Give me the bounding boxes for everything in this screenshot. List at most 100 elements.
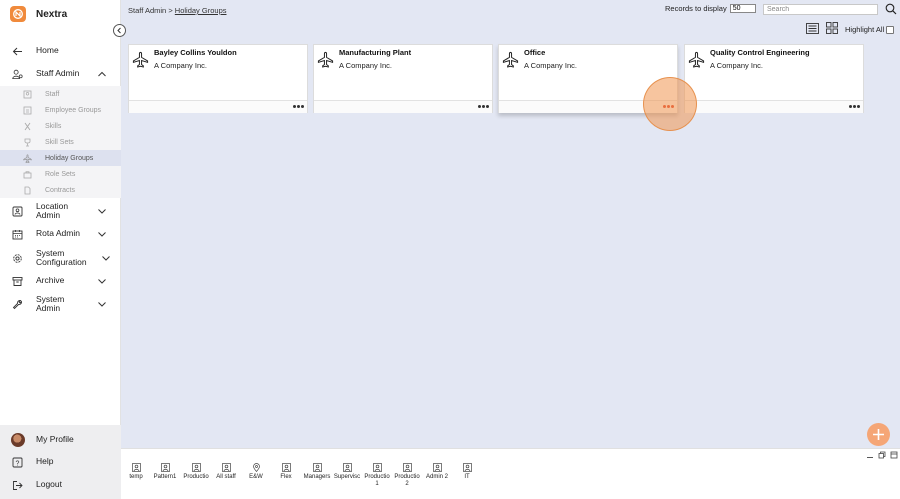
archive-box-icon — [12, 276, 23, 287]
sidebar-item-label: Archive — [36, 275, 65, 286]
group-chip-temp[interactable]: temp — [121, 463, 151, 481]
person-icon — [342, 463, 352, 472]
search-input[interactable] — [763, 4, 878, 15]
plane-icon — [502, 51, 519, 68]
sidebar-item-home[interactable]: Home — [0, 45, 121, 57]
staff-admin-submenu: Staff Employee Groups Skills Skill Sets … — [0, 86, 121, 198]
records-to-display: Records to display — [665, 4, 756, 13]
group-chip-supervisc[interactable]: Supervisc — [332, 463, 362, 481]
holiday-group-card[interactable]: Bayley Collins Youldon A Company Inc. — [128, 44, 308, 113]
logout-label: Logout — [36, 479, 62, 490]
briefcase-icon — [23, 170, 32, 179]
grid-view-icon[interactable] — [826, 22, 838, 34]
add-button[interactable] — [867, 423, 890, 446]
location-pin-icon — [252, 463, 260, 472]
group-chip-productio-1[interactable]: Productio 1 — [362, 463, 392, 488]
my-profile-label: My Profile — [36, 434, 74, 445]
chevron-down-icon[interactable] — [97, 299, 107, 309]
plane-icon — [132, 51, 149, 68]
more-options-icon[interactable] — [663, 104, 674, 109]
chevron-down-icon[interactable] — [97, 276, 107, 286]
submenu-item-label: Skill Sets — [45, 138, 74, 146]
group-chip-label: All staff — [216, 474, 236, 480]
records-input[interactable] — [729, 4, 756, 13]
submenu-item-label: Role Sets — [45, 170, 76, 178]
person-icon — [160, 463, 170, 472]
sidebar-item-archive[interactable]: Archive — [0, 275, 121, 287]
chevron-up-icon[interactable] — [97, 69, 107, 79]
group-chip-productio-2[interactable]: Productio 2 — [392, 463, 422, 488]
holiday-group-card[interactable]: Quality Control Engineering A Company In… — [684, 44, 864, 113]
breadcrumb-current[interactable]: Holiday Groups — [175, 6, 227, 15]
group-chip-label: Supervisc — [333, 474, 361, 480]
sidebar-item-system-configuration[interactable]: System Configuration — [0, 248, 121, 268]
holiday-group-card[interactable]: Manufacturing Plant A Company Inc. — [313, 44, 493, 113]
group-chip-label: Admin 2 — [425, 474, 448, 480]
breadcrumb-separator: > — [168, 6, 173, 15]
more-options-icon[interactable] — [849, 104, 860, 109]
staff-admin-icon — [12, 69, 23, 80]
submenu-item-skills[interactable]: Skills — [0, 118, 121, 134]
search-icon[interactable] — [885, 3, 897, 15]
highlight-all: Highlight All — [845, 25, 895, 34]
avatar — [11, 433, 25, 447]
logout-icon — [12, 480, 23, 491]
chevron-down-icon[interactable] — [97, 206, 107, 216]
submenu-item-role-sets[interactable]: Role Sets — [0, 166, 121, 182]
highlight-all-checkbox[interactable] — [886, 25, 895, 34]
sidebar-item-label: System Admin — [36, 293, 65, 313]
group-chip-it[interactable]: IT — [452, 463, 482, 481]
more-options-icon[interactable] — [478, 104, 489, 109]
svg-text:?: ? — [16, 460, 20, 467]
submenu-item-skill-sets[interactable]: Skill Sets — [0, 134, 121, 150]
group-chip-productio[interactable]: Productio — [181, 463, 211, 481]
help-label: Help — [36, 456, 54, 467]
collapse-sidebar-button[interactable] — [113, 24, 126, 37]
submenu-item-label: Skills — [45, 122, 62, 130]
group-chip-label: Productio 2 — [394, 474, 420, 487]
holiday-group-card[interactable]: Office A Company Inc. — [498, 44, 678, 113]
card-title: Bayley Collins Youldon — [154, 48, 237, 57]
sidebar: Nextra Home Staff Admin Staff Employee G… — [0, 0, 121, 499]
maximize-icon[interactable] — [890, 451, 898, 459]
card-company: A Company Inc. — [339, 61, 392, 70]
card-title: Office — [524, 48, 546, 57]
sidebar-item-staff-admin[interactable]: Staff Admin — [0, 68, 121, 80]
nextra-logo-icon — [10, 6, 26, 22]
group-chip-admin-2[interactable]: Admin 2 — [422, 463, 452, 481]
wrench-icon — [12, 299, 23, 310]
sidebar-item-label: System Configuration — [36, 247, 87, 267]
breadcrumb: Staff Admin > Holiday Groups — [128, 6, 227, 15]
sidebar-item-rota-admin[interactable]: Rota Admin — [0, 228, 121, 240]
minimize-icon[interactable] — [866, 451, 874, 459]
chevron-down-icon[interactable] — [101, 253, 111, 263]
group-chip-managers[interactable]: Managers — [302, 463, 332, 481]
group-chip-ew[interactable]: E&W — [241, 463, 271, 481]
breadcrumb-parent[interactable]: Staff Admin — [128, 6, 166, 15]
person-icon — [312, 463, 322, 472]
restore-icon[interactable] — [878, 451, 886, 459]
help-link[interactable]: ? Help — [0, 456, 121, 468]
submenu-item-staff[interactable]: Staff — [0, 86, 121, 102]
more-options-icon[interactable] — [293, 104, 304, 109]
group-chip-all-staff[interactable]: All staff — [211, 463, 241, 481]
group-chip-pattern1[interactable]: Pattern1 — [150, 463, 180, 481]
plane-icon — [23, 153, 32, 163]
person-icon — [462, 463, 472, 472]
group-chip-label: Flex — [280, 474, 292, 480]
group-chip-flex[interactable]: Flex — [271, 463, 301, 481]
submenu-item-employee-groups[interactable]: Employee Groups — [0, 102, 121, 118]
logout-link[interactable]: Logout — [0, 479, 121, 491]
sidebar-item-system-admin[interactable]: System Admin — [0, 294, 121, 314]
chevron-left-icon — [117, 27, 121, 34]
submenu-item-label: Staff — [45, 90, 60, 98]
brand[interactable]: Nextra — [10, 6, 67, 22]
sidebar-item-location-admin[interactable]: Location Admin — [0, 201, 121, 221]
person-icon — [402, 463, 412, 472]
submenu-item-contracts[interactable]: Contracts — [0, 182, 121, 198]
submenu-item-holiday-groups[interactable]: Holiday Groups — [0, 150, 121, 166]
chevron-down-icon[interactable] — [97, 229, 107, 239]
my-profile-link[interactable]: My Profile — [0, 433, 121, 447]
card-footer — [129, 100, 307, 113]
list-view-icon[interactable] — [806, 23, 819, 34]
